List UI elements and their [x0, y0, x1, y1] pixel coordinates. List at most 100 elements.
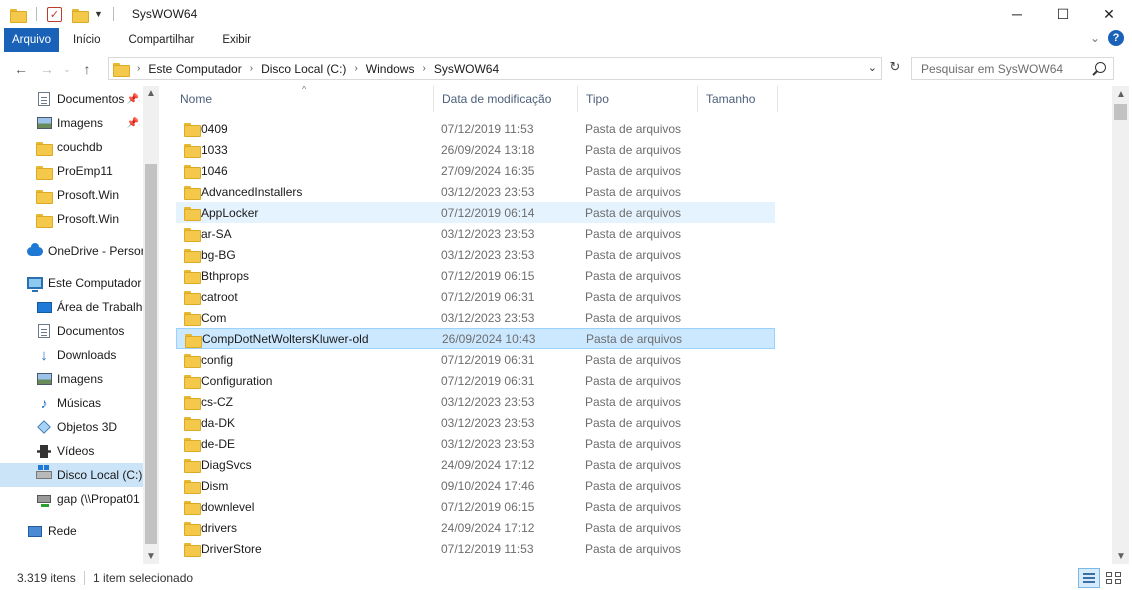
folder-icon [184, 185, 201, 200]
file-row[interactable]: Configuration 07/12/2019 06:31 Pasta de ar… [176, 370, 775, 391]
details-view-button[interactable] [1078, 568, 1100, 588]
breadcrumb-windows[interactable]: Windows [366, 62, 415, 76]
file-name: DriverStore [201, 541, 262, 556]
file-date: 03/12/2023 23:53 [441, 310, 535, 325]
nav-item-este-computador[interactable]: Este Computador [0, 271, 143, 295]
new-folder-icon[interactable] [72, 8, 89, 23]
breadcrumb-syswow64[interactable]: SysWOW64 [434, 62, 499, 76]
search-input[interactable]: Pesquisar em SysWOW64 [911, 57, 1114, 80]
scroll-up-icon[interactable]: ▲ [146, 88, 156, 99]
nav-item-couchdb[interactable]: couchdb [0, 135, 143, 159]
column-header-name[interactable]: Nome ^ [172, 86, 434, 112]
tab-compartilhar[interactable]: Compartilhar [115, 28, 209, 52]
folder-icon [36, 163, 53, 180]
file-row[interactable]: Bthprops 07/12/2019 06:15 Pasta de arquivo… [176, 265, 775, 286]
file-row[interactable]: catroot 07/12/2019 06:31 Pasta de arquivos [176, 286, 775, 307]
expand-ribbon-icon[interactable]: ⌄ [1090, 31, 1100, 45]
nav-item-rede[interactable]: Rede [0, 519, 143, 543]
tab-arquivo[interactable]: Arquivo [4, 28, 59, 52]
nav-item-downloads[interactable]: ↓ Downloads [0, 343, 143, 367]
file-row[interactable]: Com 03/12/2023 23:53 Pasta de arquivos [176, 307, 775, 328]
customize-toolbar-icon[interactable]: ▼ [94, 9, 103, 19]
file-row[interactable]: Dism 09/10/2024 17:46 Pasta de arquivos [176, 475, 775, 496]
file-row[interactable]: DriverStore 07/12/2019 11:53 Pasta de arqu… [176, 538, 775, 559]
folder-icon [184, 227, 201, 242]
maximize-button[interactable]: ☐ [1040, 0, 1086, 28]
file-row[interactable]: bg-BG 03/12/2023 23:53 Pasta de arquivos [176, 244, 775, 265]
file-row[interactable]: DiagSvcs 24/09/2024 17:12 Pasta de arquivo… [176, 454, 775, 475]
file-row[interactable]: CompDotNetWoltersKluwer-old 26/09/2024 10… [176, 328, 775, 349]
column-header-size[interactable]: Tamanho [698, 86, 778, 112]
tab-inicio[interactable]: Início [59, 28, 115, 52]
help-icon[interactable]: ? [1108, 30, 1124, 46]
refresh-icon[interactable]: ↻ [884, 59, 906, 79]
nav-item-disco-local[interactable]: Disco Local (C:) [0, 463, 143, 487]
column-header-date[interactable]: Data de modificação [434, 86, 578, 112]
nav-item-proemp11[interactable]: ProEmp11 [0, 159, 143, 183]
up-icon[interactable]: ↑ [74, 61, 100, 77]
nav-item-objetos-3d[interactable]: Objetos 3D [0, 415, 143, 439]
scroll-thumb[interactable] [1114, 104, 1127, 120]
nav-item-prosoft-win[interactable]: Prosoft.Win [0, 183, 143, 207]
tab-exibir[interactable]: Exibir [208, 28, 265, 52]
file-row[interactable]: ar-SA 03/12/2023 23:53 Pasta de arquivos [176, 223, 775, 244]
address-dropdown-icon[interactable]: ⌄ [868, 61, 877, 74]
scroll-down-icon[interactable]: ▼ [1116, 551, 1126, 562]
ribbon-right: ⌄ ? [1090, 30, 1124, 46]
file-type: Pasta de arquivos [585, 184, 682, 199]
file-row[interactable]: 0409 07/12/2019 11:53 Pasta de arquivos [176, 118, 775, 139]
breadcrumb-separator-icon[interactable]: › [354, 63, 357, 74]
file-name: 1046 [201, 163, 228, 178]
folder-icon [36, 139, 53, 156]
file-name: Com [201, 310, 227, 325]
nav-item-documentos-pinned[interactable]: Documentos 📌 [0, 87, 143, 111]
breadcrumb-disco-local[interactable]: Disco Local (C:) [261, 62, 346, 76]
scroll-down-icon[interactable]: ▼ [146, 551, 156, 562]
folder-icon [184, 542, 201, 557]
file-row[interactable]: 1033 26/09/2024 13:18 Pasta de arquivos [176, 139, 775, 160]
nav-item-documentos[interactable]: Documentos [0, 319, 143, 343]
file-row[interactable]: de-DE 03/12/2023 23:53 Pasta de arquivos [176, 433, 775, 454]
breadcrumb-separator-icon[interactable]: › [250, 63, 253, 74]
nav-scrollbar[interactable]: ▲ ▼ [143, 86, 159, 564]
address-bar[interactable]: › Este Computador › Disco Local (C:) › W… [108, 57, 882, 80]
large-icons-view-button[interactable] [1104, 570, 1122, 586]
file-row[interactable]: config 07/12/2019 06:31 Pasta de arquivos [176, 349, 775, 370]
nav-item-imagens[interactable]: Imagens [0, 367, 143, 391]
nav-item-musicas[interactable]: ♪ Músicas [0, 391, 143, 415]
back-icon[interactable]: ← [8, 61, 34, 77]
nav-item-onedrive[interactable]: OneDrive - Persor [0, 239, 143, 263]
scroll-thumb[interactable] [145, 164, 157, 544]
search-icon[interactable] [1095, 62, 1106, 73]
file-row[interactable]: drivers 24/09/2024 17:12 Pasta de arquivos [176, 517, 775, 538]
file-name: Dism [201, 478, 229, 493]
file-row[interactable]: da-DK 03/12/2023 23:53 Pasta de arquivos [176, 412, 775, 433]
file-row[interactable]: AppLocker 07/12/2019 06:14 Pasta de arquiv… [176, 202, 775, 223]
breadcrumb-separator-icon[interactable]: › [137, 63, 140, 74]
breadcrumb-separator-icon[interactable]: › [422, 63, 425, 74]
folder-icon [185, 333, 202, 348]
column-header-type[interactable]: Tipo [578, 86, 698, 112]
nav-item-imagens-pinned[interactable]: Imagens 📌 [0, 111, 143, 135]
nav-item-area-de-trabalho[interactable]: Área de Trabalho [0, 295, 143, 319]
search-placeholder: Pesquisar em SysWOW64 [921, 61, 1064, 76]
scroll-up-icon[interactable]: ▲ [1116, 89, 1126, 100]
file-row[interactable]: cs-CZ 03/12/2023 23:53 Pasta de arquivos [176, 391, 775, 412]
file-row[interactable]: AdvancedInstallers 03/12/2023 23:53 Pasta … [176, 181, 775, 202]
file-name: cs-CZ [201, 394, 233, 409]
file-row[interactable]: 1046 27/09/2024 16:35 Pasta de arquivos [176, 160, 775, 181]
nav-item-gap-network-drive[interactable]: gap (\\Propat01 [0, 487, 143, 511]
properties-icon[interactable]: ✓ [47, 6, 62, 22]
breadcrumb-este-computador[interactable]: Este Computador [148, 62, 241, 76]
recent-locations-icon[interactable]: ⌄ [60, 64, 74, 75]
file-row[interactable]: downlevel 07/12/2019 06:15 Pasta de arquiv… [176, 496, 775, 517]
nav-item-prosoft-win-2[interactable]: Prosoft.Win [0, 207, 143, 231]
file-name: CompDotNetWoltersKluwer-old [202, 331, 369, 346]
close-button[interactable]: ✕ [1086, 0, 1132, 28]
forward-icon[interactable]: → [34, 61, 60, 77]
minimize-button[interactable]: ─ [994, 0, 1040, 28]
file-type: Pasta de arquivos [585, 373, 682, 388]
file-date: 03/12/2023 23:53 [441, 184, 535, 199]
file-list-scrollbar[interactable]: ▲ ▼ [1112, 86, 1129, 564]
nav-item-videos[interactable]: Vídeos [0, 439, 143, 463]
